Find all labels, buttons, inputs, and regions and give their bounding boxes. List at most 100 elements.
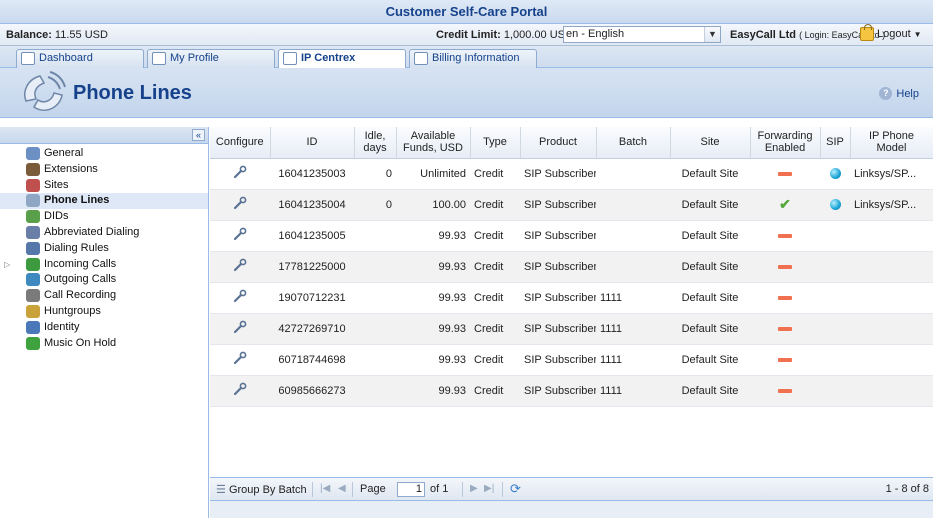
- sidebar-item-extensions[interactable]: Extensions: [0, 162, 208, 178]
- table-body: 16041235003 0 Unlimited Credit SIP Subscribe…: [210, 158, 933, 407]
- gear-icon: [26, 147, 40, 160]
- sidebar-nav: General Extensions Sites Phone Lines DIDs Abb…: [0, 144, 208, 351]
- sidebar-item-incoming-calls[interactable]: ▷ Incoming Calls: [0, 257, 208, 273]
- last-page-icon[interactable]: ▶|: [484, 483, 494, 494]
- column-header[interactable]: Type: [470, 127, 521, 159]
- tab-ip-centrex[interactable]: IP Centrex: [278, 49, 406, 69]
- column-header[interactable]: IP Phone Model: [850, 127, 933, 159]
- cell-id: 42727269710: [270, 313, 354, 345]
- first-page-icon[interactable]: |◀: [320, 483, 330, 494]
- cell-batch: 1111: [596, 375, 670, 407]
- column-header[interactable]: Site: [670, 127, 751, 159]
- collapse-sidebar-button[interactable]: «: [192, 129, 205, 141]
- sidebar-item-call-recording[interactable]: Call Recording: [0, 288, 208, 304]
- page-header: Phone Lines ? Help: [0, 68, 933, 118]
- separator: [312, 482, 313, 497]
- configure-wrench-icon[interactable]: [233, 227, 247, 241]
- sidebar-item-dids[interactable]: DIDs: [0, 209, 208, 225]
- next-page-icon[interactable]: ▶: [470, 483, 478, 494]
- sidebar-item-music-on-hold[interactable]: Music On Hold: [0, 336, 208, 352]
- document-icon: [414, 52, 428, 65]
- sidebar-item-abbreviated-dialing[interactable]: Abbreviated Dialing: [0, 225, 208, 241]
- table-cell: [820, 189, 850, 221]
- tab-label: My Profile: [170, 52, 219, 64]
- body-area: « General Extensions Sites Phone Lines DIDs A…: [0, 127, 933, 518]
- sidebar-item-label: DIDs: [44, 210, 69, 223]
- tab-my-profile[interactable]: My Profile: [147, 49, 275, 68]
- cell-available-funds: 99.93: [396, 375, 470, 407]
- table-row[interactable]: 16041235003 0 Unlimited Credit SIP Subscribe…: [210, 158, 933, 190]
- page-number-input[interactable]: 1: [397, 482, 425, 497]
- list-icon: ☰: [216, 484, 226, 496]
- column-header[interactable]: Product: [520, 127, 597, 159]
- refresh-icon[interactable]: ⟳: [510, 481, 521, 497]
- tab-billing-information[interactable]: Billing Information: [409, 49, 537, 68]
- configure-wrench-icon[interactable]: [233, 258, 247, 272]
- cell-idle-days: [354, 375, 396, 407]
- table-row[interactable]: 60718744698 99.93 Credit SIP Subscribers 111…: [210, 344, 933, 376]
- sidebar-item-phone-lines[interactable]: Phone Lines: [0, 193, 208, 210]
- language-select[interactable]: en - English ▼: [563, 26, 721, 43]
- logout-label: Logout: [877, 28, 911, 40]
- configure-wrench-icon[interactable]: [233, 165, 247, 179]
- sidebar-item-outgoing-calls[interactable]: Outgoing Calls: [0, 272, 208, 288]
- cell-type: Credit: [470, 282, 520, 314]
- outgoing-calls-icon: [26, 273, 40, 287]
- sidebar-item-general[interactable]: General: [0, 146, 208, 162]
- table-row[interactable]: 16041235005 99.93 Credit SIP Subscribers Def…: [210, 220, 933, 252]
- sidebar-item-label: Dialing Rules: [44, 241, 109, 254]
- sidebar-item-label: Abbreviated Dialing: [44, 225, 140, 238]
- music-on-hold-icon: [26, 336, 40, 350]
- column-header[interactable]: Configure: [210, 127, 271, 159]
- cell-id: 17781225000: [270, 251, 354, 283]
- prev-page-icon[interactable]: ◀: [338, 483, 346, 494]
- configure-wrench-icon[interactable]: [233, 351, 247, 365]
- table-row[interactable]: 19070712231 99.93 Credit SIP Subscribers 111…: [210, 282, 933, 314]
- configure-wrench-icon[interactable]: [233, 289, 247, 303]
- cell-available-funds: 99.93: [396, 313, 470, 345]
- check-icon: ✔: [779, 196, 791, 212]
- cell-product: SIP Subscribers: [520, 189, 596, 221]
- disabled-dash-icon: [778, 388, 792, 393]
- table-row[interactable]: 16041235004 0 100.00 Credit SIP Subscribers D…: [210, 189, 933, 221]
- sidebar-item-identity[interactable]: Identity: [0, 320, 208, 336]
- column-header[interactable]: Idle, days: [354, 127, 397, 159]
- table-cell: [210, 158, 270, 190]
- separator: [352, 482, 353, 497]
- group-by-batch-button[interactable]: ☰ Group By Batch: [216, 483, 307, 496]
- column-header[interactable]: Forwarding Enabled: [750, 127, 821, 159]
- sidebar-item-sites[interactable]: Sites: [0, 178, 208, 194]
- cell-site: Default Site: [670, 344, 750, 376]
- page-label: Page: [360, 483, 386, 495]
- expand-icon[interactable]: ▷: [4, 257, 10, 272]
- tab-label: Dashboard: [39, 52, 93, 64]
- cell-id: 60985666273: [270, 375, 354, 407]
- column-header[interactable]: ID: [270, 127, 355, 159]
- call-recording-icon: [26, 289, 40, 303]
- configure-wrench-icon[interactable]: [233, 320, 247, 334]
- table-cell: [210, 344, 270, 376]
- column-header[interactable]: SIP: [820, 127, 851, 159]
- logout-button[interactable]: Logout ▼: [860, 24, 922, 41]
- sidebar-item-dialing-rules[interactable]: Dialing Rules: [0, 241, 208, 257]
- help-link[interactable]: ? Help: [879, 87, 919, 100]
- sidebar-item-huntgroups[interactable]: Huntgroups: [0, 304, 208, 320]
- table-row[interactable]: 42727269710 99.93 Credit SIP Subscribers 111…: [210, 313, 933, 345]
- chevron-down-icon[interactable]: ▼: [914, 30, 922, 39]
- chevron-down-icon[interactable]: ▼: [704, 27, 720, 42]
- column-header[interactable]: Available Funds, USD: [396, 127, 471, 159]
- tabs-bar: Dashboard My Profile IP Centrex Billing …: [0, 46, 933, 69]
- column-header[interactable]: Batch: [596, 127, 671, 159]
- cell-product: SIP Subscribers: [520, 313, 596, 345]
- table-row[interactable]: 60985666273 99.93 Credit SIP Subscribers 111…: [210, 375, 933, 407]
- tab-dashboard[interactable]: Dashboard: [16, 49, 144, 68]
- configure-wrench-icon[interactable]: [233, 382, 247, 396]
- balance: Balance: 11.55 USD: [6, 29, 108, 41]
- extensions-icon: [26, 162, 40, 176]
- sidebar-item-label: Sites: [44, 178, 69, 191]
- cell-type: Credit: [470, 313, 520, 345]
- table-row[interactable]: 17781225000 99.93 Credit SIP Subscribers Def…: [210, 251, 933, 283]
- cell-ip-phone-model: [850, 220, 933, 252]
- configure-wrench-icon[interactable]: [233, 196, 247, 210]
- group-by-label: Group By Batch: [228, 484, 307, 496]
